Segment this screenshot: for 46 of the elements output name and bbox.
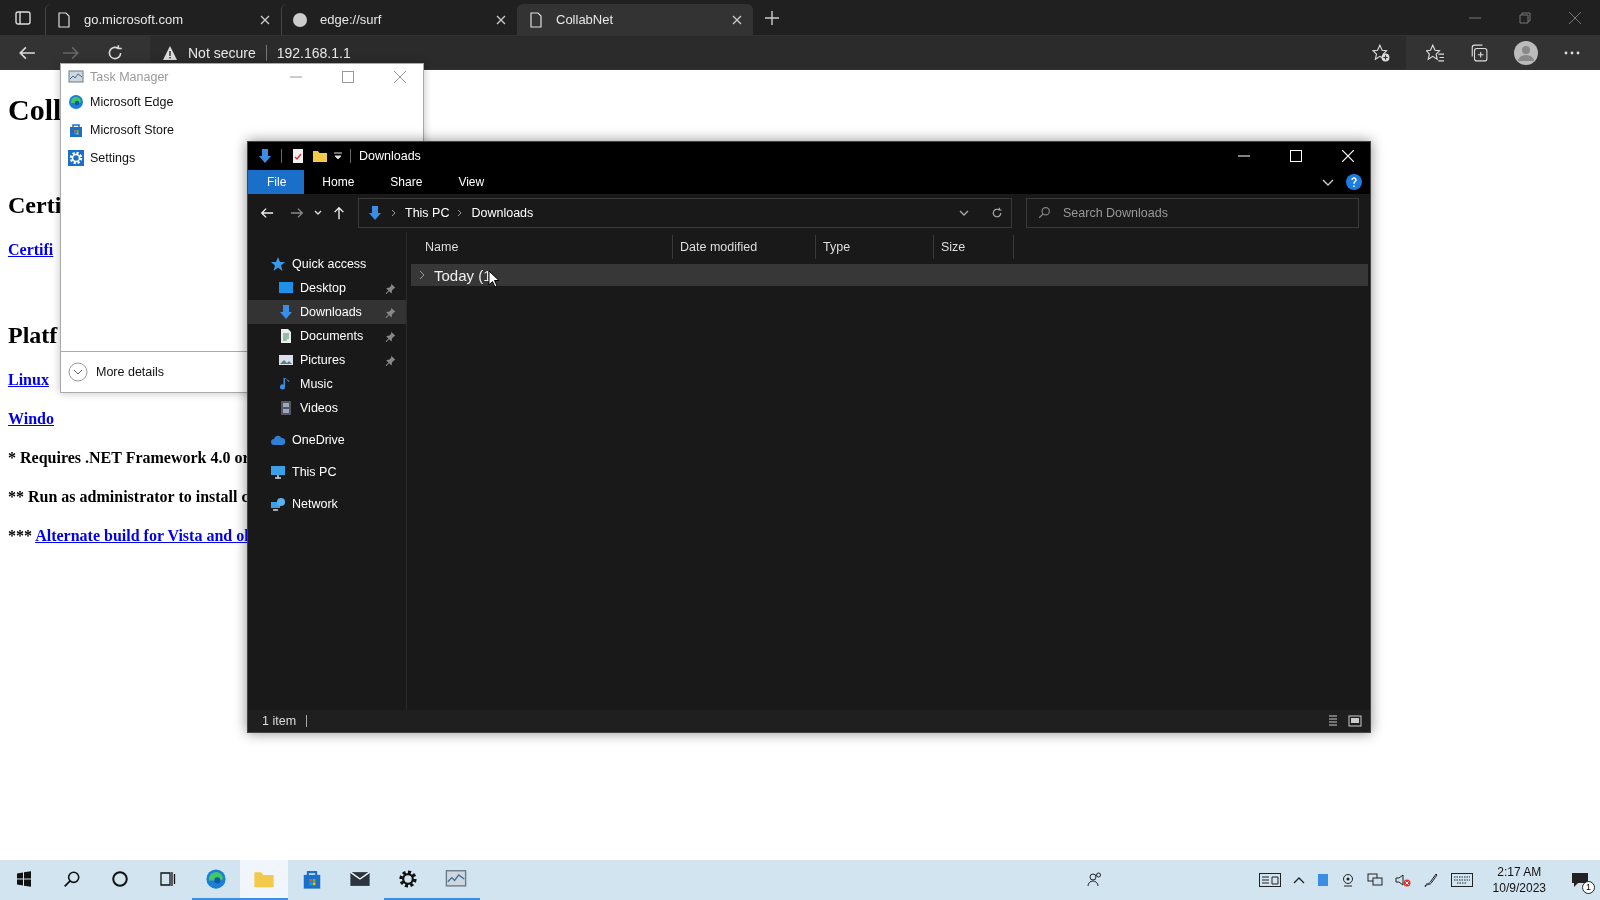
navigation-item[interactable]: Downloads (248, 300, 406, 324)
ribbon-tab[interactable]: View (440, 170, 503, 194)
page-heading: Coll (8, 92, 62, 128)
footnote-marker: *** (8, 527, 32, 544)
column-header[interactable]: Size (934, 235, 1014, 259)
security-status[interactable]: Not secure (188, 44, 267, 61)
column-header[interactable]: Date modified (673, 235, 816, 259)
section-heading: Certi (8, 191, 62, 220)
ribbon-tab[interactable]: Share (372, 170, 441, 194)
address-bar[interactable]: Not secure 192.168.1.1 (150, 36, 1406, 69)
app-name[interactable]: Microsoft Store (90, 123, 175, 137)
breadcrumb[interactable]: This PC (405, 206, 450, 220)
more-details-link[interactable]: More details (96, 365, 165, 379)
search-field[interactable]: Search Downloads (1026, 198, 1359, 228)
clock[interactable]: 2:17 AM 10/9/2023 (1492, 864, 1546, 896)
notification-count: 1 (1582, 881, 1595, 894)
navigation-item[interactable]: OneDrive (248, 428, 406, 452)
clock-date: 10/9/2023 (1492, 880, 1546, 896)
app-name[interactable]: Settings (90, 151, 136, 165)
address-field[interactable]: This PC Downloads (358, 198, 1012, 228)
ribbon-tab[interactable]: File (248, 170, 305, 194)
navigation-item[interactable]: Pictures (248, 348, 406, 372)
navigation-item[interactable]: Network (248, 492, 406, 516)
download-link[interactable]: Linux (8, 371, 49, 388)
navigation-item[interactable]: Quick access (248, 252, 406, 276)
ribbon-tab[interactable]: Home (304, 170, 373, 194)
navigation-item[interactable]: Music (248, 372, 406, 396)
browser-tab[interactable]: CollabNet (517, 4, 753, 35)
download-link[interactable]: Certifi (8, 241, 54, 258)
url-text: 192.168.1.1 (276, 44, 351, 61)
item-count: 1 item (262, 714, 297, 728)
notifications-button[interactable]: 1 (1566, 866, 1594, 894)
column-header[interactable]: Name (411, 235, 673, 259)
app-name[interactable]: Microsoft Edge (90, 95, 174, 109)
download-link[interactable]: Windo (8, 410, 54, 427)
clock-time: 2:17 AM (1497, 864, 1542, 880)
navigation-item[interactable]: Videos (248, 396, 406, 420)
breadcrumb[interactable]: Downloads (471, 206, 534, 220)
navigation-item[interactable]: Desktop (248, 276, 406, 300)
section-heading: Platf (8, 321, 58, 350)
window-title: Downloads (359, 149, 421, 163)
window-title: Task Manager (90, 69, 169, 84)
column-header[interactable]: Type (816, 235, 934, 259)
group-header[interactable]: Today (1 (411, 264, 1368, 286)
navigation-item[interactable]: Documents (248, 324, 406, 348)
navigation-item[interactable]: This PC (248, 460, 406, 484)
